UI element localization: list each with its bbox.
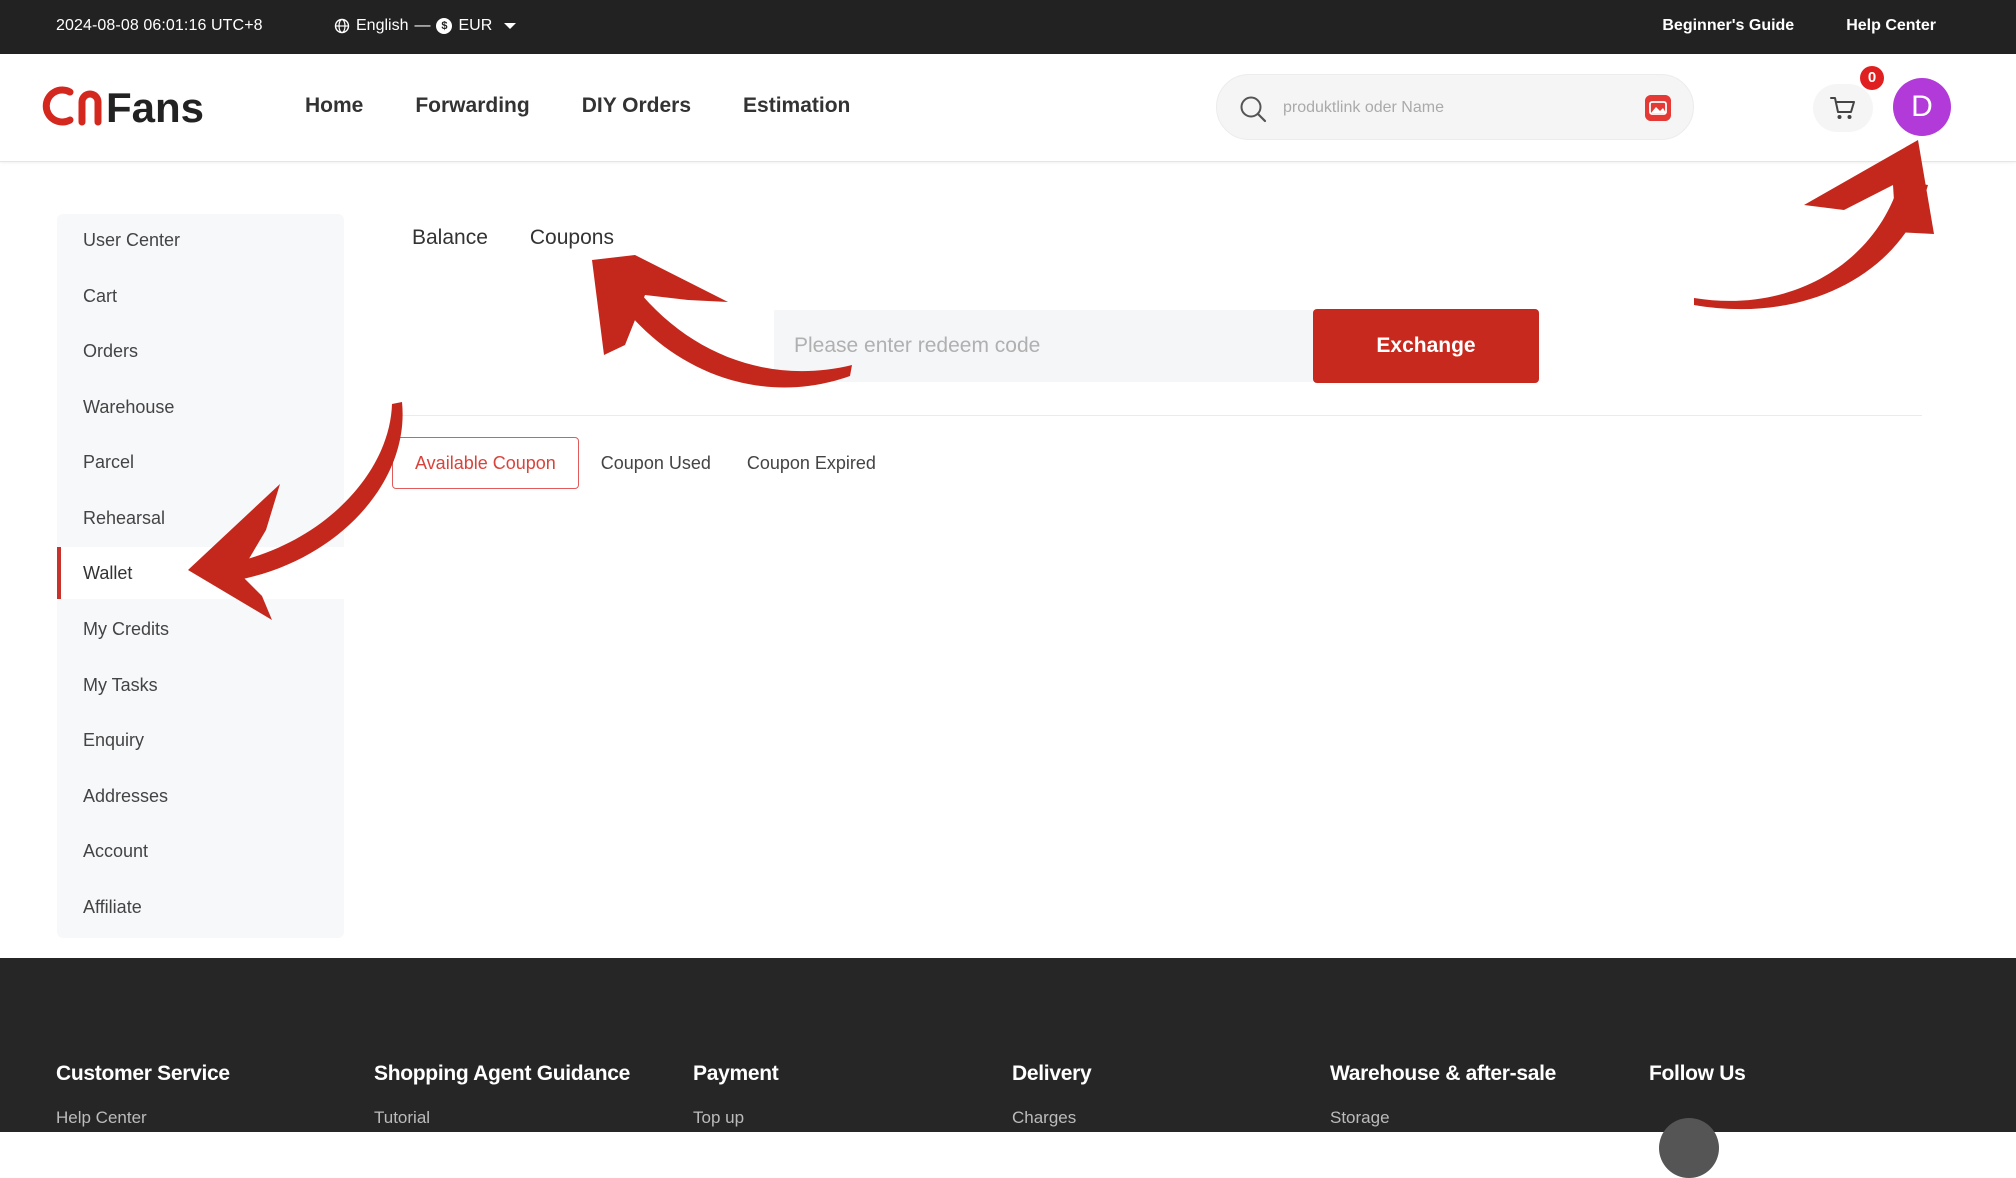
footer-column-title: Warehouse & after-sale bbox=[1330, 1062, 1557, 1085]
nav-estimation[interactable]: Estimation bbox=[743, 94, 850, 118]
svg-text:Fans: Fans bbox=[106, 84, 204, 131]
footer-column-title: Delivery bbox=[1012, 1062, 1092, 1085]
sidebar-item-orders[interactable]: Orders bbox=[57, 325, 344, 377]
footer-link[interactable]: Tutorial bbox=[374, 1108, 630, 1128]
sidebar-item-account[interactable]: Account bbox=[57, 825, 344, 877]
sidebar-item-rehearsal[interactable]: Rehearsal bbox=[57, 492, 344, 544]
sidebar-item-enquiry[interactable]: Enquiry bbox=[57, 714, 344, 766]
cart-icon bbox=[1830, 97, 1855, 119]
main-nav: Home Forwarding DIY Orders Estimation bbox=[305, 94, 850, 118]
currency-label[interactable]: EUR bbox=[458, 17, 492, 35]
footer-column-title: Payment bbox=[693, 1062, 779, 1085]
exchange-button[interactable]: Exchange bbox=[1313, 309, 1539, 383]
beginners-guide-link[interactable]: Beginner's Guide bbox=[1662, 17, 1794, 35]
search-input[interactable] bbox=[1281, 93, 1625, 123]
nav-diy-orders[interactable]: DIY Orders bbox=[582, 94, 691, 118]
separator-dash: — bbox=[414, 17, 431, 34]
content-divider bbox=[400, 415, 1922, 416]
sidebar-item-my-credits[interactable]: My Credits bbox=[57, 603, 344, 655]
footer-column-title: Customer Service bbox=[56, 1062, 230, 1085]
sidebar-item-affiliate[interactable]: Affiliate bbox=[57, 881, 344, 933]
server-time: 2024-08-08 06:01:16 UTC+8 bbox=[56, 17, 263, 34]
sidebar-item-warehouse[interactable]: Warehouse bbox=[57, 381, 344, 433]
footer-link[interactable]: Top up bbox=[693, 1108, 778, 1128]
sidebar-item-user-center[interactable]: User Center bbox=[57, 214, 344, 266]
footer-link[interactable]: Charges bbox=[1012, 1108, 1091, 1128]
footer-column-delivery: Delivery Charges bbox=[1012, 1062, 1092, 1128]
sidebar-item-wallet[interactable]: Wallet bbox=[57, 547, 344, 599]
sidebar-item-cart[interactable]: Cart bbox=[57, 270, 344, 322]
footer-link[interactable]: Storage bbox=[1330, 1108, 1556, 1128]
site-footer: Customer Service Help Center Shopping Ag… bbox=[0, 958, 2016, 1178]
footer-column-customer-service: Customer Service Help Center bbox=[56, 1062, 230, 1128]
social-icon[interactable] bbox=[1659, 1118, 1719, 1178]
nav-home[interactable]: Home bbox=[305, 94, 363, 118]
footer-column-title: Shopping Agent Guidance bbox=[374, 1062, 630, 1085]
footer-column-title: Follow Us bbox=[1649, 1062, 1746, 1085]
currency-coin-icon: $ bbox=[436, 18, 453, 34]
sidebar-item-parcel[interactable]: Parcel bbox=[57, 436, 344, 488]
help-center-link[interactable]: Help Center bbox=[1846, 17, 1936, 35]
language-label[interactable]: English bbox=[356, 17, 408, 35]
nav-forwarding[interactable]: Forwarding bbox=[415, 94, 529, 118]
footer-column-shopping-guidance: Shopping Agent Guidance Tutorial bbox=[374, 1062, 630, 1128]
tab-coupon-expired[interactable]: Coupon Expired bbox=[729, 438, 894, 488]
search-bar bbox=[1216, 74, 1694, 140]
tab-balance[interactable]: Balance bbox=[412, 226, 488, 250]
tab-coupon-used[interactable]: Coupon Used bbox=[583, 438, 729, 488]
sidebar-item-my-tasks[interactable]: My Tasks bbox=[57, 659, 344, 711]
top-links: Beginner's Guide Help Center bbox=[1662, 17, 1936, 35]
arrow-to-avatar-icon bbox=[1694, 140, 1934, 310]
image-search-icon[interactable] bbox=[1645, 95, 1671, 121]
footer-column-payment: Payment Top up bbox=[693, 1062, 779, 1128]
cart-count-badge: 0 bbox=[1860, 66, 1884, 90]
tab-available-coupon[interactable]: Available Coupon bbox=[392, 437, 579, 489]
top-bar: 2024-08-08 06:01:16 UTC+8 English — $ EU… bbox=[0, 0, 2016, 54]
cart-button[interactable] bbox=[1813, 84, 1873, 132]
wallet-tabs: Balance Coupons bbox=[412, 226, 614, 250]
footer-column-warehouse: Warehouse & after-sale Storage bbox=[1330, 1062, 1556, 1128]
tab-coupons[interactable]: Coupons bbox=[530, 226, 614, 250]
sidebar-item-addresses[interactable]: Addresses bbox=[57, 770, 344, 822]
language-currency-selector[interactable]: English — $ EUR bbox=[334, 17, 517, 35]
search-icon[interactable] bbox=[1239, 95, 1267, 123]
footer-link[interactable]: Help Center bbox=[56, 1108, 230, 1128]
footer-column-follow-us: Follow Us bbox=[1649, 1062, 1746, 1086]
cnfans-logo[interactable]: Fans bbox=[40, 80, 230, 132]
user-sidebar: User Center Cart Orders Warehouse Parcel… bbox=[57, 214, 344, 938]
main-header: Fans Home Forwarding DIY Orders Estimati… bbox=[0, 54, 2016, 162]
globe-icon bbox=[334, 18, 350, 34]
user-avatar[interactable]: D bbox=[1893, 78, 1951, 136]
redeem-code-input[interactable] bbox=[774, 310, 1314, 382]
chevron-down-icon[interactable] bbox=[504, 23, 517, 29]
coupon-status-tabs: Available Coupon Coupon Used Coupon Expi… bbox=[392, 437, 894, 489]
